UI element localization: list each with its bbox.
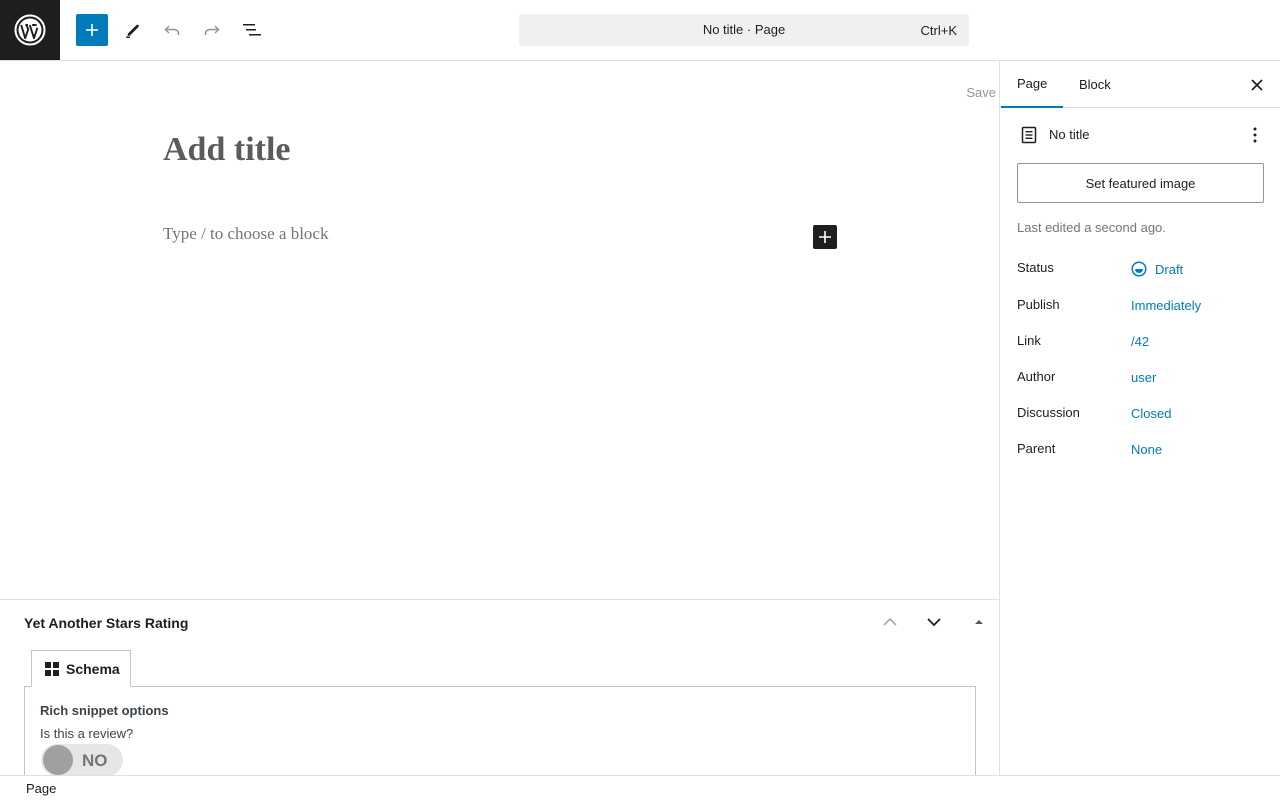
post-summary: No title	[1017, 123, 1267, 147]
tab-schema[interactable]: Schema	[31, 650, 131, 687]
move-up-button[interactable]	[878, 610, 902, 634]
post-title: No title	[1049, 127, 1090, 142]
block-placeholder[interactable]: Type / to choose a block	[163, 224, 328, 244]
move-down-button[interactable]	[922, 610, 946, 634]
grid-icon	[45, 661, 59, 676]
permalink-button[interactable]: /42	[1131, 334, 1149, 349]
parent-page-button[interactable]: None	[1131, 442, 1162, 457]
post-title-input[interactable]: Add title	[163, 131, 291, 169]
sidebar-tabs: Page Block	[1000, 61, 1280, 108]
more-vertical-icon	[1253, 127, 1257, 143]
meta-row-link: Link /42	[1017, 333, 1267, 353]
top-toolbar: No title · Page Ctrl+K	[0, 0, 1280, 61]
close-sidebar-button[interactable]	[1245, 73, 1269, 97]
command-palette-bar[interactable]: No title · Page Ctrl+K	[519, 14, 969, 46]
status-value: Draft	[1155, 261, 1184, 277]
undo-button[interactable]	[156, 14, 188, 46]
tab-block[interactable]: Block	[1063, 61, 1127, 108]
wordpress-logo-icon[interactable]	[0, 0, 60, 60]
command-shortcut: Ctrl+K	[920, 23, 957, 38]
chevron-down-icon	[927, 618, 941, 627]
meta-row-parent: Parent None	[1017, 441, 1267, 461]
page-icon	[1021, 126, 1037, 144]
status-button[interactable]: Draft	[1131, 261, 1183, 277]
plus-icon	[819, 231, 831, 243]
is-review-toggle[interactable]: NO	[41, 744, 123, 775]
meta-row-discussion: Discussion Closed	[1017, 405, 1267, 425]
meta-label-link: Link	[1017, 333, 1041, 348]
meta-label-status: Status	[1017, 260, 1054, 275]
document-title: No title · Page	[702, 22, 786, 37]
publish-date-button[interactable]: Immediately	[1131, 298, 1201, 313]
list-view-button[interactable]	[236, 14, 268, 46]
meta-row-author: Author user	[1017, 369, 1267, 389]
toggle-knob	[43, 745, 73, 775]
add-block-button[interactable]	[813, 225, 837, 249]
editor-canvas: Save Add title Type / to choose a block	[0, 61, 999, 599]
list-view-icon	[243, 24, 261, 36]
footer-bar: Page	[0, 775, 1280, 800]
tab-page[interactable]: Page	[1001, 61, 1064, 108]
stars-rating-metabox: Yet Another Stars Rating Schema Rich sni…	[0, 599, 999, 775]
draft-status-icon	[1131, 261, 1147, 277]
breadcrumb[interactable]: Page	[26, 781, 56, 796]
redo-button[interactable]	[196, 14, 228, 46]
save-button[interactable]: Save	[966, 85, 996, 100]
rich-snippet-heading: Rich snippet options	[40, 703, 169, 718]
meta-label-author: Author	[1017, 369, 1056, 384]
metabox-title: Yet Another Stars Rating	[24, 615, 189, 631]
author-button[interactable]: user	[1131, 370, 1156, 385]
undo-icon	[164, 25, 180, 35]
chevron-up-icon	[883, 617, 897, 626]
meta-label-discussion: Discussion	[1017, 405, 1080, 420]
discussion-button[interactable]: Closed	[1131, 406, 1171, 421]
tools-button[interactable]	[116, 14, 148, 46]
schema-panel: Rich snippet options Is this a review? N…	[24, 686, 976, 775]
redo-icon	[204, 25, 220, 35]
last-edited-text: Last edited a second ago.	[1017, 220, 1166, 235]
collapse-panel-button[interactable]	[967, 610, 991, 634]
meta-row-publish: Publish Immediately	[1017, 297, 1267, 317]
set-featured-image-button[interactable]: Set featured image	[1017, 163, 1264, 203]
triangle-up-icon	[975, 620, 983, 624]
tab-schema-label: Schema	[66, 660, 120, 677]
post-actions-menu-button[interactable]	[1243, 123, 1267, 147]
review-question: Is this a review?	[40, 726, 134, 741]
close-icon	[1251, 79, 1263, 91]
settings-sidebar: Page Block No title Set featured image L…	[999, 61, 1280, 775]
meta-label-publish: Publish	[1017, 297, 1060, 312]
meta-label-parent: Parent	[1017, 441, 1056, 456]
block-inserter-button[interactable]	[76, 14, 108, 46]
meta-row-status: Status Draft	[1017, 260, 1267, 280]
toggle-label: NO	[82, 751, 108, 770]
plus-icon	[86, 24, 98, 36]
pencil-icon	[126, 24, 139, 38]
